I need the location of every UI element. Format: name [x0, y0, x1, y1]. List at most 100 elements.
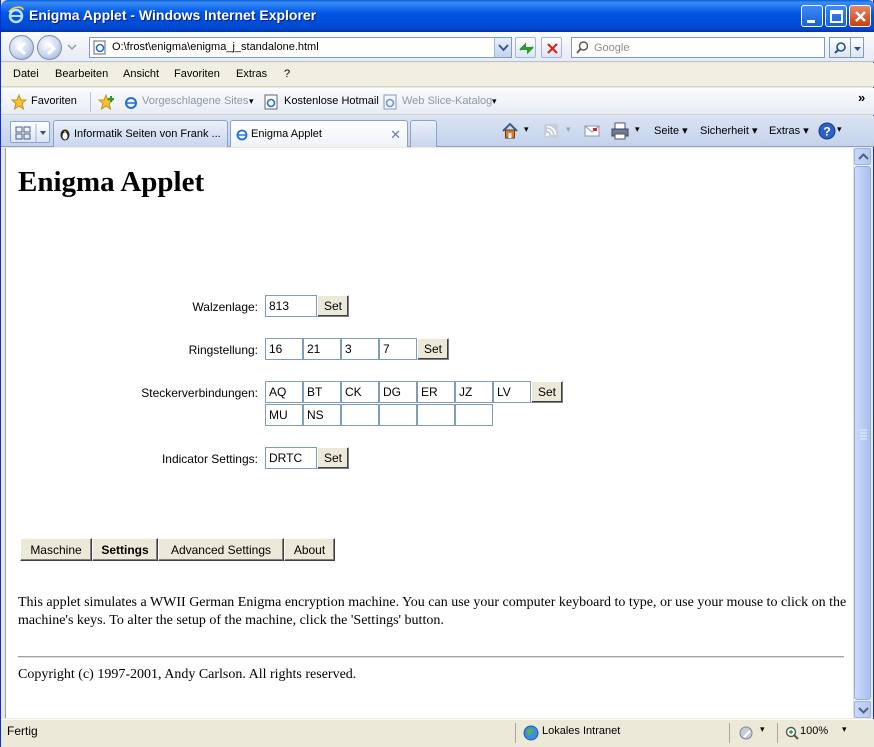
scroll-up-button[interactable]: [854, 148, 871, 165]
chevron-down-icon[interactable]: ▾: [249, 96, 254, 107]
ringstellung-input-4[interactable]: 7: [379, 338, 417, 360]
stecker-input-5[interactable]: ER: [417, 381, 455, 403]
chevron-more-icon[interactable]: »: [858, 90, 865, 105]
search-options-dropdown[interactable]: [851, 37, 864, 58]
stop-button[interactable]: [541, 37, 562, 58]
address-field[interactable]: O:\frost\enigma\enigma_j_standalone.html: [89, 37, 512, 58]
walzenlage-set-button[interactable]: Set: [317, 295, 349, 317]
feeds-icon[interactable]: [543, 123, 559, 139]
stecker-input-9[interactable]: NS: [303, 404, 341, 426]
globe-icon: [523, 725, 539, 741]
fav-vorgeschlagene-sites[interactable]: Vorgeschlagene Sites: [142, 95, 248, 107]
chevron-down-icon[interactable]: ▾: [566, 124, 571, 135]
add-favorite-icon[interactable]: [98, 94, 116, 110]
chevron-down-icon[interactable]: ▾: [524, 124, 529, 135]
page-icon: [93, 40, 106, 55]
back-button[interactable]: [9, 35, 34, 60]
favorites-button[interactable]: Favoriten: [31, 95, 77, 107]
tab-label: Enigma Applet: [251, 128, 322, 140]
indicator-input[interactable]: DRTC: [265, 447, 317, 469]
search-icon: [576, 41, 589, 54]
web-slice-icon: [383, 94, 397, 110]
stecker-input-3[interactable]: CK: [341, 381, 379, 403]
tab-informatik[interactable]: Informatik Seiten von Frank ...: [53, 120, 228, 147]
search-button[interactable]: [829, 37, 851, 58]
search-input[interactable]: Google: [571, 37, 825, 58]
stecker-input-7[interactable]: LV: [493, 381, 531, 403]
tab-label: Informatik Seiten von Frank ...: [74, 128, 221, 140]
page-menu-button[interactable]: Seite ▾: [654, 124, 688, 137]
favorites-bar: Favoriten Vorgeschlagene Sites ▾ Kostenl…: [1, 88, 874, 115]
page-viewport: Enigma Applet Walzenlage: 813 Set Ringst…: [5, 148, 853, 718]
tab-settings-button[interactable]: Settings: [92, 538, 158, 561]
title-bar[interactable]: Enigma Applet - Windows Internet Explore…: [1, 0, 874, 32]
new-tab-button[interactable]: [410, 120, 437, 147]
ringstellung-input-2[interactable]: 21: [303, 338, 341, 360]
maximize-button[interactable]: [825, 5, 847, 27]
stecker-input-13[interactable]: [455, 404, 493, 426]
quick-tabs-icon: [15, 124, 46, 142]
menu-favoriten[interactable]: Favoriten: [174, 68, 220, 80]
walzenlage-input[interactable]: 813: [265, 295, 317, 317]
menu-bar: Datei Bearbeiten Ansicht Favoriten Extra…: [1, 63, 874, 87]
menu-help[interactable]: ?: [284, 68, 290, 80]
stecker-input-1[interactable]: AQ: [265, 381, 303, 403]
chevron-down-icon[interactable]: ▾: [837, 124, 842, 135]
history-dropdown-icon[interactable]: [67, 42, 77, 52]
stecker-input-11[interactable]: [379, 404, 417, 426]
stecker-input-6[interactable]: JZ: [455, 381, 493, 403]
divider: [18, 656, 844, 658]
forward-button[interactable]: [37, 35, 62, 60]
tab-advanced-settings-button[interactable]: Advanced Settings: [158, 538, 284, 561]
compat-view-button[interactable]: [515, 37, 536, 58]
tab-enigma-applet[interactable]: Enigma Applet ✕: [230, 120, 408, 147]
stecker-input-8[interactable]: MU: [265, 404, 303, 426]
menu-bearbeiten[interactable]: Bearbeiten: [55, 68, 108, 80]
chevron-down-icon: ▾: [842, 724, 847, 734]
print-icon[interactable]: [610, 122, 630, 140]
ringstellung-set-button[interactable]: Set: [417, 338, 449, 360]
chevron-down-icon: [498, 44, 509, 52]
ringstellung-input-1[interactable]: 16: [265, 338, 303, 360]
minimize-button[interactable]: [801, 5, 823, 27]
tab-about-button[interactable]: About: [284, 538, 335, 561]
stecker-input-2[interactable]: BT: [303, 381, 341, 403]
vertical-scrollbar[interactable]: [853, 148, 871, 718]
zone-text: Lokales Intranet: [542, 725, 621, 737]
home-icon[interactable]: [500, 121, 520, 141]
status-bar: Fertig Lokales Intranet ▾ 100% ▾: [1, 719, 874, 747]
stecker-set-button[interactable]: Set: [531, 381, 563, 403]
close-window-button[interactable]: [849, 5, 871, 27]
fav-kostenlose-hotmail[interactable]: Kostenlose Hotmail: [284, 95, 379, 107]
address-dropdown-button[interactable]: [494, 38, 511, 57]
quick-tabs-button[interactable]: [10, 121, 50, 143]
protected-mode-section[interactable]: ▾: [729, 723, 773, 743]
ringstellung-input-3[interactable]: 3: [341, 338, 379, 360]
stecker-input-4[interactable]: DG: [379, 381, 417, 403]
menu-extras[interactable]: Extras: [236, 68, 267, 80]
menu-ansicht[interactable]: Ansicht: [123, 68, 159, 80]
zone-section[interactable]: Lokales Intranet: [515, 723, 725, 743]
help-icon[interactable]: ?: [818, 122, 836, 140]
chevron-down-icon[interactable]: ▾: [492, 96, 497, 107]
stecker-input-10[interactable]: [341, 404, 379, 426]
indicator-label: Indicator Settings:: [161, 452, 258, 466]
menu-datei[interactable]: Datei: [13, 68, 39, 80]
scroll-thumb[interactable]: [854, 166, 871, 700]
description-text: This applet simulates a WWII German Enig…: [18, 595, 847, 628]
mail-icon[interactable]: [584, 124, 600, 138]
chevron-down-icon[interactable]: ▾: [635, 124, 640, 135]
close-tab-icon[interactable]: ✕: [390, 127, 401, 143]
tab-maschine-button[interactable]: Maschine: [20, 538, 92, 561]
zoom-section[interactable]: 100% ▾: [777, 723, 871, 743]
scroll-down-button[interactable]: [854, 701, 871, 718]
extras-menu-button[interactable]: Extras ▾: [769, 124, 809, 137]
security-menu-button[interactable]: Sicherheit ▾: [700, 124, 758, 137]
window-title: Enigma Applet - Windows Internet Explore…: [29, 7, 317, 23]
chevron-up-icon: [858, 153, 869, 160]
indicator-set-button[interactable]: Set: [317, 447, 349, 469]
minimize-icon: [807, 20, 815, 23]
stecker-input-12[interactable]: [417, 404, 455, 426]
stop-icon: [547, 43, 558, 54]
fav-web-slice-katalog[interactable]: Web Slice-Katalog: [402, 95, 492, 107]
